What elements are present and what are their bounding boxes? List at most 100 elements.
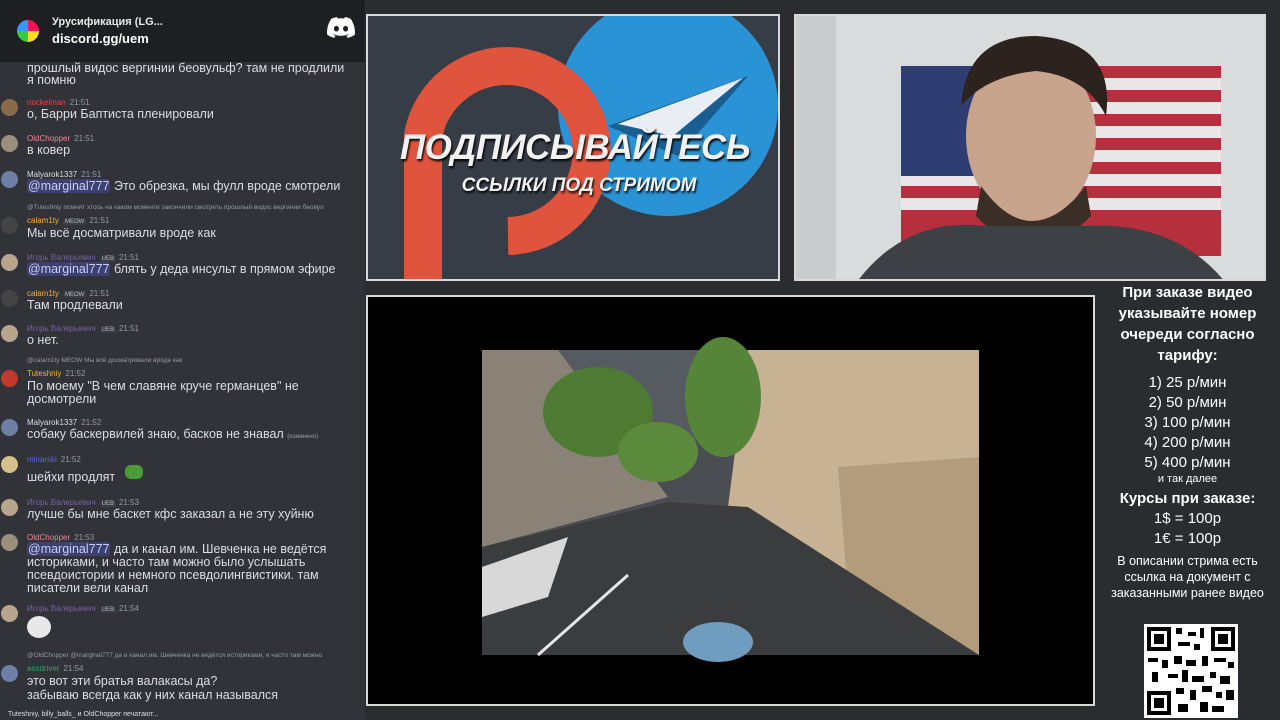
message-body: блять у деда инсульт в прямом эфире bbox=[113, 262, 336, 276]
webcam-feed bbox=[794, 14, 1266, 281]
typing-indicator: Tuteshniy, billy_balls_ и OldChopper печ… bbox=[8, 711, 159, 718]
avatar bbox=[1, 290, 18, 307]
qr-code-icon bbox=[1144, 624, 1238, 718]
message-text: о, Барри Баптиста пленировали bbox=[27, 107, 214, 121]
role-tag: UEB bbox=[99, 327, 116, 333]
avatar bbox=[1, 325, 18, 342]
avatar bbox=[1, 534, 18, 551]
discord-logo-icon bbox=[327, 17, 355, 38]
message-meta: Игорь Валерьевич UEB 21:51 bbox=[27, 253, 139, 262]
discord-server-header[interactable]: Урусификация (LG... discord.gg/uem bbox=[0, 0, 365, 62]
username[interactable]: Игорь Валерьевич bbox=[27, 604, 96, 613]
message-meta: Malyarok1337 21:52 bbox=[27, 418, 101, 427]
timestamp: 21:51 bbox=[118, 253, 140, 262]
message-text: шейхи продлят bbox=[27, 470, 116, 484]
timestamp: 21:52 bbox=[81, 418, 102, 427]
message-meta: minarski 21:52 bbox=[27, 455, 81, 464]
mention[interactable]: @marginal777 bbox=[27, 262, 111, 276]
qr-code[interactable] bbox=[1144, 624, 1238, 718]
username[interactable]: minarski bbox=[27, 455, 57, 464]
video-player[interactable] bbox=[366, 295, 1095, 706]
avatar bbox=[1, 370, 18, 387]
promo-title: ПОДПИСЫВАЙТЕСЬ bbox=[399, 128, 751, 167]
timestamp: 21:52 bbox=[65, 369, 86, 378]
message-meta: calam1ty MEOW 21:51 bbox=[27, 289, 109, 298]
message-body: собаку баскервилей знаю, басков не знава… bbox=[27, 427, 284, 441]
avatar bbox=[1, 254, 18, 271]
discord-chat[interactable]: прошлый видос вергинии беовульф? там не … bbox=[0, 62, 365, 720]
role-tag: UEB bbox=[99, 607, 116, 613]
message-text: @marginal777 блять у деда инсульт в прям… bbox=[27, 262, 336, 276]
server-name: Урусификация (LG... bbox=[52, 16, 163, 28]
frog-emoji-icon bbox=[125, 465, 143, 479]
username[interactable]: OldChopper bbox=[27, 533, 70, 542]
message-body: Это обрезка, мы фулл вроде смотрели bbox=[113, 179, 341, 193]
promo-subtitle: ССЫЛКИ ПОД СТРИМОМ bbox=[461, 175, 697, 196]
avatar bbox=[1, 171, 18, 188]
timestamp: 21:52 bbox=[60, 455, 81, 464]
description-note: В описании стрима есть ссылка на докумен… bbox=[1111, 554, 1264, 600]
mention[interactable]: @marginal777 bbox=[27, 179, 111, 193]
username[interactable]: assdriver bbox=[27, 664, 59, 673]
tariff-etc: и так далее bbox=[1157, 473, 1218, 485]
rate-eur: 1€ = 100р bbox=[1153, 530, 1222, 547]
message-text: Мы всё досматривали вроде как bbox=[27, 226, 216, 240]
message-text: это вот эти братья валакасы да? bbox=[27, 674, 218, 688]
tariff-3: 3) 100 р/мин bbox=[1144, 414, 1231, 431]
message-text: я помню bbox=[27, 73, 76, 87]
timestamp: 21:53 bbox=[118, 498, 140, 507]
video-frame bbox=[368, 297, 1093, 704]
message-text: в ковер bbox=[27, 143, 71, 157]
reply-preview[interactable]: @Tuteshniy помнит хтось на каком моменте… bbox=[27, 204, 324, 211]
webcam-scene bbox=[796, 16, 1264, 279]
username[interactable]: calam1ty bbox=[27, 289, 59, 298]
username[interactable]: Tuteshniy bbox=[27, 369, 61, 378]
username[interactable]: Игорь Валерьевич bbox=[27, 253, 96, 262]
username[interactable]: Игорь Валерьевич bbox=[27, 498, 96, 507]
message-meta: Игорь Валерьевич UEB 21:53 bbox=[27, 498, 139, 507]
promo-banner: ПОДПИСЫВАЙТЕСЬ ССЫЛКИ ПОД СТРИМОМ bbox=[366, 14, 780, 281]
order-heading: При заказе видео указывайте номер очеред… bbox=[1118, 284, 1257, 364]
avatar bbox=[1, 499, 18, 516]
avatar bbox=[1, 99, 18, 116]
timestamp: 21:51 bbox=[89, 289, 110, 298]
message-meta: OldChopper 21:51 bbox=[27, 134, 94, 143]
server-avatar bbox=[14, 17, 42, 45]
avatar bbox=[1, 217, 18, 234]
message-text: собаку баскервилей знаю, басков не знава… bbox=[27, 428, 318, 444]
stream-layout: Урусификация (LG... discord.gg/uem прошл… bbox=[0, 0, 1280, 720]
username[interactable]: Malyarok1337 bbox=[27, 418, 77, 427]
username[interactable]: OldChopper bbox=[27, 134, 70, 143]
message-meta: Игорь Валерьевич UEB 21:51 bbox=[27, 324, 139, 333]
message-meta: OldChopper 21:53 bbox=[27, 533, 94, 542]
message-text: забываю всегда как у них канал назывался bbox=[27, 688, 279, 702]
message-text: о нет. bbox=[27, 333, 59, 347]
message-text: @marginal777 Это обрезка, мы фулл вроде … bbox=[27, 179, 341, 193]
rates-heading: Курсы при заказе: bbox=[1119, 490, 1256, 507]
timestamp: 21:51 bbox=[69, 98, 90, 107]
timestamp: 21:51 bbox=[74, 134, 95, 143]
username[interactable]: Игорь Валерьевич bbox=[27, 324, 96, 333]
message-text: лучше бы мне баскет кфс заказал а не эту… bbox=[27, 507, 314, 521]
avatar bbox=[1, 419, 18, 436]
role-tag: MEOW bbox=[63, 219, 87, 225]
message-meta: Tuteshniy 21:52 bbox=[27, 369, 85, 378]
reply-preview[interactable]: @OldChopper @marginal777 да и канал им. … bbox=[27, 652, 322, 659]
username[interactable]: nockelman bbox=[27, 98, 66, 107]
timestamp: 21:53 bbox=[74, 533, 95, 542]
timestamp: 21:54 bbox=[63, 664, 84, 673]
server-invite: discord.gg/uem bbox=[52, 31, 149, 46]
avatar bbox=[1, 135, 18, 152]
reply-preview[interactable]: @calam1ty MEOW Мы всё досматривали вроде… bbox=[27, 357, 182, 364]
message-meta: nockelman 21:51 bbox=[27, 98, 90, 107]
timestamp: 21:51 bbox=[89, 216, 110, 225]
rate-usd: 1$ = 100р bbox=[1153, 510, 1222, 527]
message-text: Там продлевали bbox=[27, 298, 123, 312]
message-meta: Игорь Валерьевич UEB 21:54 bbox=[27, 604, 139, 613]
username[interactable]: Malyarok1337 bbox=[27, 170, 77, 179]
tariff-5: 5) 400 р/мин bbox=[1144, 454, 1231, 471]
tariff-1: 1) 25 р/мин bbox=[1148, 374, 1227, 391]
username[interactable]: calam1ty bbox=[27, 216, 59, 225]
message-text: @marginal777 да и канал им. Шевченка не … bbox=[27, 542, 347, 595]
mention[interactable]: @marginal777 bbox=[27, 542, 111, 556]
